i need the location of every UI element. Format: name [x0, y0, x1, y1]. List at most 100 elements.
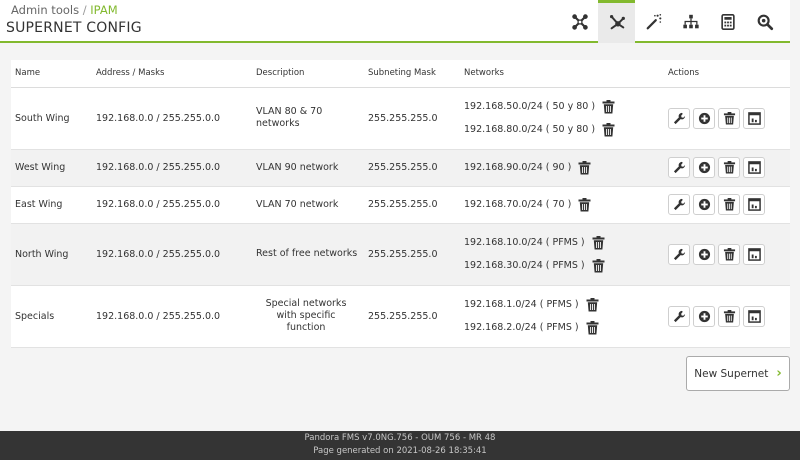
- row-description: Special networks with specific function: [252, 285, 364, 348]
- delete-button[interactable]: [718, 305, 740, 327]
- row-mask: 255.255.255.0: [364, 186, 460, 224]
- network-label: 192.168.70.0/24 ( 70 ): [464, 199, 572, 210]
- row-mask: 255.255.255.0: [364, 285, 460, 348]
- delete-button[interactable]: [718, 243, 740, 265]
- trash-icon: [723, 309, 735, 323]
- footer-generated: Page generated on 2021-08-26 18:35:41: [313, 446, 487, 456]
- delete-button[interactable]: [718, 107, 740, 129]
- table-row: North Wing 192.168.0.0 / 255.255.0.0 Res…: [11, 223, 790, 286]
- column-header-name: Name: [11, 60, 92, 88]
- network-label: 192.168.80.0/24 ( 50 y 80 ): [464, 124, 596, 135]
- row-name: North Wing: [11, 223, 92, 286]
- trash-icon[interactable]: [602, 99, 615, 114]
- edit-button[interactable]: [668, 107, 690, 129]
- row-name: West Wing: [11, 149, 92, 187]
- network-entry: 192.168.70.0/24 ( 70 ): [464, 197, 664, 212]
- supernet-table: Name Address / Masks Description Subneti…: [11, 60, 790, 348]
- column-header-actions: Actions: [664, 60, 790, 88]
- trash-icon: [723, 247, 735, 261]
- trash-icon[interactable]: [592, 235, 605, 250]
- row-description: VLAN 70 network: [252, 186, 364, 224]
- row-address: 192.168.0.0 / 255.255.0.0: [92, 149, 252, 187]
- wrench-icon: [673, 161, 685, 174]
- new-supernet-button[interactable]: New Supernet ›: [686, 356, 790, 391]
- row-networks: 192.168.50.0/24 ( 50 y 80 ) 192.168.80.0…: [460, 87, 664, 150]
- tab-supernet[interactable]: [598, 0, 635, 43]
- add-icon: [698, 310, 710, 322]
- add-network-button[interactable]: [693, 157, 715, 178]
- trash-icon[interactable]: [578, 160, 591, 175]
- tab-sitemap[interactable]: [672, 0, 709, 43]
- row-actions: [664, 87, 790, 150]
- column-header-address: Address / Masks: [92, 60, 252, 88]
- chart-icon: [747, 198, 761, 211]
- breadcrumb-separator: /: [79, 3, 91, 17]
- breadcrumb-ipam[interactable]: IPAM: [90, 3, 117, 17]
- tab-network-tools[interactable]: [561, 0, 598, 43]
- row-networks: 192.168.70.0/24 ( 70 ): [460, 186, 664, 224]
- trash-icon[interactable]: [578, 197, 591, 212]
- tab-wizard[interactable]: [635, 0, 672, 43]
- supernet-list: Name Address / Masks Description Subneti…: [11, 60, 790, 348]
- tab-bar: [561, 0, 783, 43]
- tab-calculator[interactable]: [709, 0, 746, 43]
- edit-button[interactable]: [668, 157, 690, 178]
- new-supernet-label: New Supernet: [694, 367, 769, 380]
- network-entry: 192.168.80.0/24 ( 50 y 80 ): [464, 122, 664, 137]
- search-icon: [757, 14, 773, 30]
- supernet-icon: [609, 14, 625, 29]
- network-label: 192.168.1.0/24 ( PFMS ): [464, 299, 579, 310]
- network-tools-icon: [571, 13, 588, 30]
- trash-icon: [723, 198, 735, 211]
- add-network-button[interactable]: [693, 107, 715, 129]
- row-mask: 255.255.255.0: [364, 223, 460, 286]
- add-network-button[interactable]: [693, 194, 715, 215]
- row-networks: 192.168.10.0/24 ( PFMS ) 192.168.30.0/24…: [460, 223, 664, 286]
- row-actions: [664, 223, 790, 286]
- row-description: VLAN 80 & 70 networks: [252, 87, 364, 150]
- edit-button[interactable]: [668, 194, 690, 215]
- add-icon: [698, 198, 710, 211]
- trash-icon[interactable]: [586, 297, 599, 312]
- trash-icon: [723, 111, 735, 125]
- wrench-icon: [673, 112, 685, 124]
- network-entry: 192.168.50.0/24 ( 50 y 80 ): [464, 99, 664, 114]
- add-icon: [698, 248, 710, 260]
- add-icon: [698, 112, 710, 124]
- table-row: South Wing 192.168.0.0 / 255.255.0.0 VLA…: [11, 87, 790, 150]
- wrench-icon: [673, 198, 685, 211]
- edit-button[interactable]: [668, 243, 690, 265]
- network-entry: 192.168.30.0/24 ( PFMS ): [464, 258, 664, 273]
- tab-search[interactable]: [746, 0, 783, 43]
- table-row: Specials 192.168.0.0 / 255.255.0.0 Speci…: [11, 285, 790, 348]
- row-actions: [664, 186, 790, 224]
- report-button[interactable]: [743, 194, 765, 215]
- row-description: VLAN 90 network: [252, 149, 364, 187]
- trash-icon[interactable]: [602, 122, 615, 137]
- report-button[interactable]: [743, 157, 765, 178]
- row-address: 192.168.0.0 / 255.255.0.0: [92, 87, 252, 150]
- report-button[interactable]: [743, 107, 765, 129]
- table-header-row: Name Address / Masks Description Subneti…: [11, 60, 790, 88]
- chart-icon: [747, 309, 761, 323]
- delete-button[interactable]: [718, 194, 740, 215]
- row-name: Specials: [11, 285, 92, 348]
- report-button[interactable]: [743, 243, 765, 265]
- trash-icon: [723, 161, 735, 174]
- page-title: SUPERNET CONFIG: [6, 20, 142, 36]
- add-network-button[interactable]: [693, 243, 715, 265]
- chart-icon: [747, 247, 761, 261]
- network-label: 192.168.50.0/24 ( 50 y 80 ): [464, 101, 596, 112]
- network-entry: 192.168.1.0/24 ( PFMS ): [464, 297, 664, 312]
- breadcrumb-admin-tools[interactable]: Admin tools: [11, 3, 79, 17]
- add-icon: [698, 161, 710, 174]
- delete-button[interactable]: [718, 157, 740, 178]
- report-button[interactable]: [743, 305, 765, 327]
- breadcrumb: Admin tools / IPAM: [11, 3, 118, 17]
- trash-icon[interactable]: [592, 258, 605, 273]
- edit-button[interactable]: [668, 305, 690, 327]
- add-network-button[interactable]: [693, 305, 715, 327]
- trash-icon[interactable]: [586, 320, 599, 335]
- table-row: West Wing 192.168.0.0 / 255.255.0.0 VLAN…: [11, 149, 790, 187]
- page-footer: Pandora FMS v7.0NG.756 - OUM 756 - MR 48…: [0, 431, 800, 460]
